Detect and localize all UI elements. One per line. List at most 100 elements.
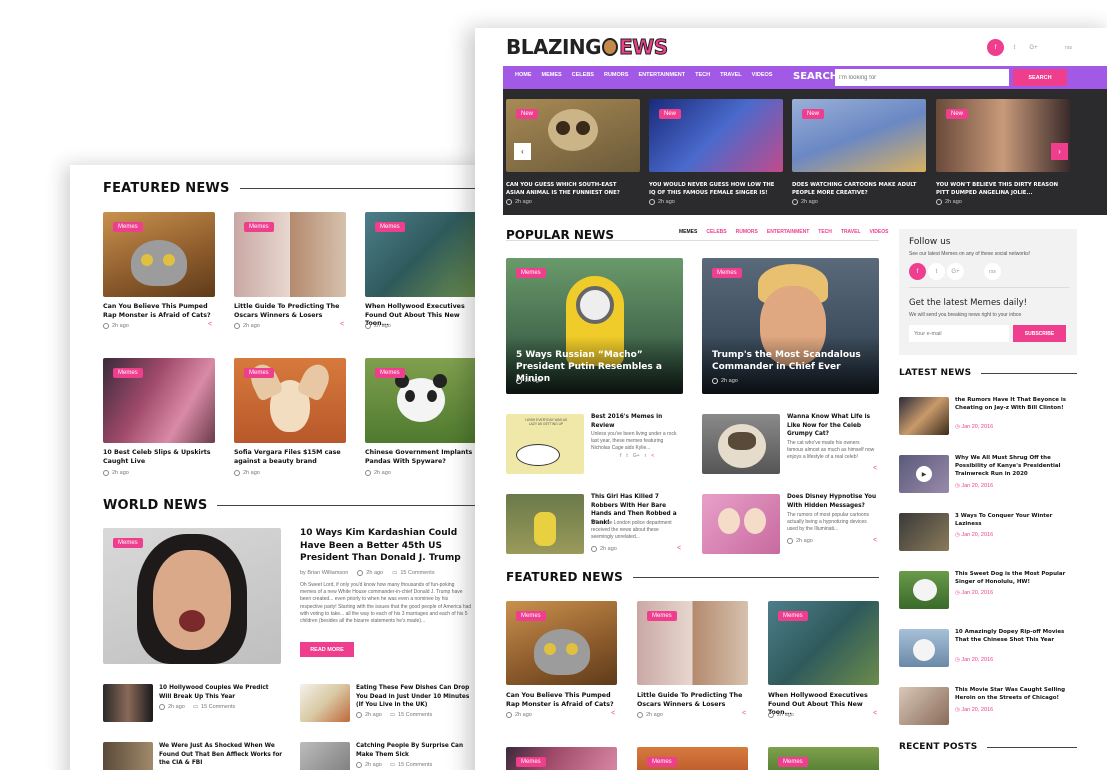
category-badge[interactable]: Memes: [516, 268, 546, 278]
share-icon[interactable]: <: [340, 321, 344, 328]
left-featured-thumb-3[interactable]: Memes: [365, 212, 477, 297]
category-badge[interactable]: Memes: [516, 611, 546, 621]
left-featured-thumb-4[interactable]: Memes: [103, 358, 215, 443]
new-badge[interactable]: New: [516, 109, 539, 119]
right-featured-thumb-1[interactable]: Memes: [506, 601, 617, 685]
latest-thumb-1[interactable]: [899, 397, 949, 435]
category-badge[interactable]: Memes: [647, 611, 677, 621]
latest-thumb-6[interactable]: [899, 687, 949, 725]
category-badge[interactable]: Memes: [375, 368, 405, 378]
newsletter-email-input[interactable]: [909, 325, 1009, 342]
rss-icon[interactable]: rss: [1060, 39, 1077, 56]
category-badge[interactable]: Memes: [113, 368, 143, 378]
popular-small-title[interactable]: Does Disney Hypnotise You With Hidden Me…: [787, 493, 879, 510]
world-list-thumb-4[interactable]: [300, 742, 350, 770]
category-badge[interactable]: Memes: [778, 757, 808, 767]
category-badge[interactable]: Memes: [778, 611, 808, 621]
latest-title[interactable]: This Sweet Dog is the Most Popular Singe…: [955, 570, 1075, 586]
world-list-thumb-2[interactable]: [300, 684, 350, 722]
google-plus-icon[interactable]: G+: [1025, 39, 1042, 56]
slider-title[interactable]: YOU WOULD NEVER GUESS HOW LOW THE IQ OF …: [649, 181, 779, 197]
tab-celebs[interactable]: CELEBS: [706, 229, 726, 235]
nav-videos[interactable]: VIDEOS: [752, 72, 773, 78]
left-featured-thumb-2[interactable]: Memes: [234, 212, 346, 297]
category-badge[interactable]: Memes: [516, 757, 546, 767]
google-plus-icon[interactable]: G+: [633, 453, 640, 459]
share-icon[interactable]: <: [873, 537, 877, 544]
tab-memes[interactable]: MEMES: [679, 229, 697, 235]
latest-title[interactable]: 3 Ways To Conquer Your Winter Laziness: [955, 512, 1073, 528]
popular-small-thumb-2[interactable]: [702, 414, 780, 474]
share-icon[interactable]: <: [873, 710, 877, 717]
popular-small-title[interactable]: Wanna Know What Life is Like Now for the…: [787, 413, 879, 439]
category-badge[interactable]: Memes: [647, 757, 677, 767]
right-featured-thumb-3[interactable]: Memes: [768, 601, 879, 685]
tab-videos[interactable]: VIDEOS: [870, 229, 889, 235]
world-main-thumb[interactable]: Memes: [103, 528, 281, 664]
world-list-title[interactable]: 10 Hollywood Couples We Predict Will Bre…: [159, 684, 279, 701]
play-icon[interactable]: ▶: [916, 466, 932, 482]
article-title[interactable]: Can You Believe This Pumped Rap Monster …: [103, 303, 211, 320]
site-logo[interactable]: BLAZING EWS: [506, 35, 669, 60]
slider-thumb-3[interactable]: New: [792, 99, 926, 172]
left-featured-thumb-1[interactable]: Memes: [103, 212, 215, 297]
latest-thumb-2[interactable]: ▶: [899, 455, 949, 493]
category-badge[interactable]: Memes: [244, 368, 274, 378]
nav-memes[interactable]: MEMES: [542, 72, 562, 78]
category-badge[interactable]: Memes: [244, 222, 274, 232]
new-badge[interactable]: New: [802, 109, 825, 119]
share-icon[interactable]: <: [208, 321, 212, 328]
twitter-icon[interactable]: t: [928, 263, 945, 280]
new-badge[interactable]: New: [659, 109, 682, 119]
article-title[interactable]: Little Guide To Predicting The Oscars Wi…: [234, 303, 342, 320]
share-icon[interactable]: <: [651, 453, 654, 459]
left-featured-thumb-5[interactable]: Memes: [234, 358, 346, 443]
tab-entertainment[interactable]: ENTERTAINMENT: [767, 229, 809, 235]
new-badge[interactable]: New: [946, 109, 969, 119]
right-featured-thumb-4[interactable]: Memes: [506, 747, 617, 770]
twitter-icon[interactable]: t: [1006, 39, 1023, 56]
world-list-title[interactable]: Catching People By Surprise Can Make The…: [356, 742, 476, 759]
nav-entertainment[interactable]: ENTERTAINMENT: [638, 72, 685, 78]
latest-thumb-4[interactable]: [899, 571, 949, 609]
rss-icon[interactable]: rss: [984, 263, 1001, 280]
category-badge[interactable]: Memes: [113, 538, 143, 548]
nav-home[interactable]: HOME: [515, 72, 532, 78]
share-icon[interactable]: <: [611, 710, 615, 717]
read-more-button[interactable]: READ MORE: [300, 642, 354, 657]
category-badge[interactable]: Memes: [113, 222, 143, 232]
nav-celebs[interactable]: CELEBS: [572, 72, 594, 78]
popular-small-title[interactable]: Best 2016's Memes in Review: [591, 413, 681, 430]
article-title[interactable]: Chinese Government Implants Pandas With …: [365, 449, 473, 466]
share-icon[interactable]: <: [742, 710, 746, 717]
nav-tech[interactable]: TECH: [695, 72, 710, 78]
search-button[interactable]: SEARCH: [1013, 69, 1067, 86]
latest-title[interactable]: Why We All Must Shrug Off the Possibilit…: [955, 454, 1075, 478]
twitter-icon[interactable]: t: [626, 453, 627, 459]
share-icon[interactable]: <: [873, 465, 877, 472]
article-title[interactable]: Little Guide To Predicting The Oscars Wi…: [637, 692, 745, 709]
latest-thumb-3[interactable]: [899, 513, 949, 551]
popular-small-thumb-4[interactable]: [702, 494, 780, 554]
facebook-icon[interactable]: f: [987, 39, 1004, 56]
subscribe-button[interactable]: SUBSCRIBE: [1013, 325, 1066, 342]
slider-prev-button[interactable]: ‹: [514, 143, 531, 160]
latest-title[interactable]: 10 Amazingly Dopey Rip-off Movies That t…: [955, 628, 1073, 644]
category-badge[interactable]: Memes: [712, 268, 742, 278]
nav-travel[interactable]: TRAVEL: [720, 72, 742, 78]
article-title[interactable]: 10 Best Celeb Slips & Upskirts Caught Li…: [103, 449, 211, 466]
popular-small-thumb-1[interactable]: I WISH EVERYDAY WAS AS LAZY AS GETTING U…: [506, 414, 584, 474]
search-input[interactable]: [835, 69, 1009, 86]
world-list-title[interactable]: Eating These Few Dishes Can Drop You Dea…: [356, 684, 476, 710]
slider-thumb-1[interactable]: New: [506, 99, 640, 172]
latest-thumb-5[interactable]: [899, 629, 949, 667]
facebook-icon[interactable]: f: [620, 453, 621, 459]
slider-title[interactable]: YOU WON'T BELIEVE THIS DIRTY REASON PITT…: [936, 181, 1066, 197]
world-main-title[interactable]: 10 Ways Kim Kardashian Could Have Been a…: [300, 527, 472, 565]
nav-rumors[interactable]: RUMORS: [604, 72, 628, 78]
right-featured-thumb-6[interactable]: Memes: [768, 747, 879, 770]
slider-title[interactable]: DOES WATCHING CARTOONS MAKE ADULT PEOPLE…: [792, 181, 922, 197]
world-list-title[interactable]: We Were Just As Shocked When We Found Ou…: [159, 742, 283, 768]
article-title[interactable]: Can You Believe This Pumped Rap Monster …: [506, 692, 614, 709]
share-icon[interactable]: <: [677, 545, 681, 552]
